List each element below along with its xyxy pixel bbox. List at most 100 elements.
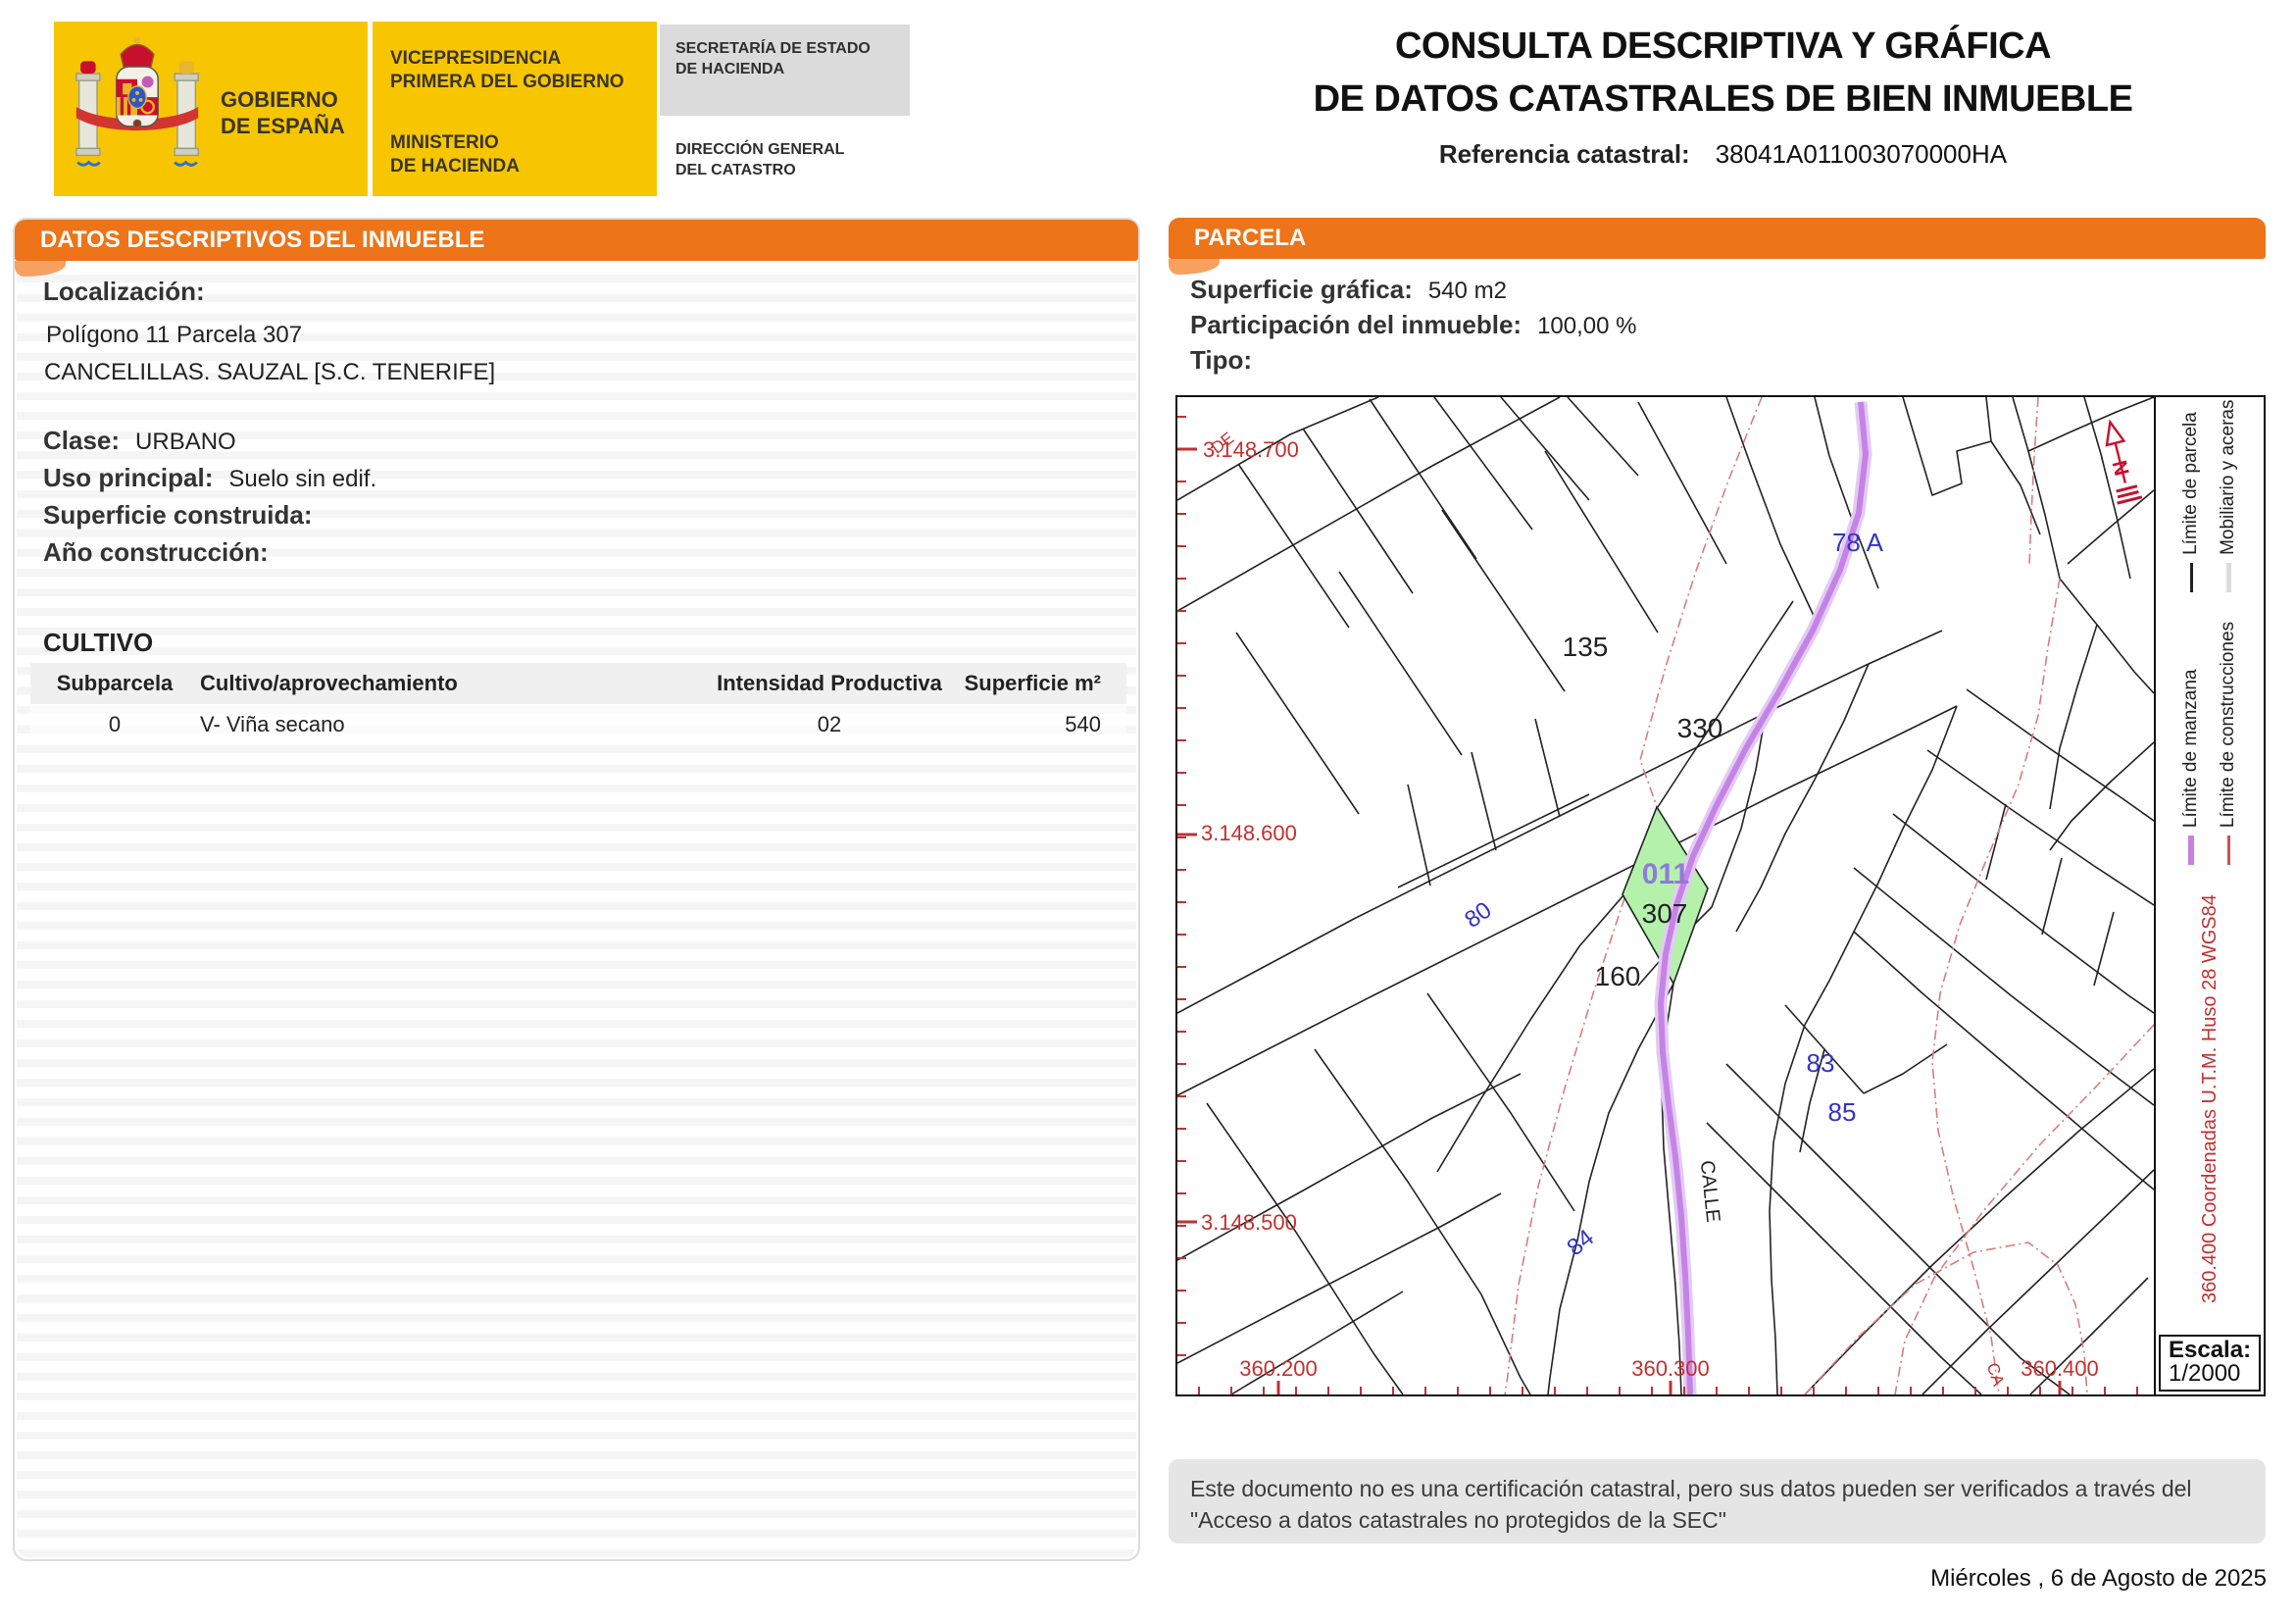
participacion-row: Participación del inmueble: 100,00 % [1190, 310, 1637, 340]
localizacion-label-row: Localización: [43, 277, 205, 307]
legend-column-1: Límite de manzana Límite de construccion… [2180, 621, 2239, 865]
cell-superficie: 540 [948, 704, 1126, 745]
construcciones-swatch-icon [2226, 835, 2230, 865]
map-legend-sidebar: 360.400 Coordenadas U.T.M. Huso 28 WGS84… [2154, 397, 2264, 1394]
participacion-value: 100,00 % [1537, 313, 1637, 339]
referencia-value: 38041A011003070000HA [1715, 139, 2008, 169]
referencia-catastral: Referencia catastral: 38041A011003070000… [1172, 139, 2274, 170]
map-label-manzana-011: 011 [1642, 858, 1689, 890]
uso-principal-label: Uso principal: [43, 463, 214, 492]
anio-construccion-label: Año construcción: [43, 537, 269, 567]
localizacion-line2: CANCELILLAS. SAUZAL [S.C. TENERIFE] [44, 359, 496, 385]
clase-label: Clase: [43, 426, 121, 455]
disclaimer-box: Este documento no es una certificación c… [1169, 1459, 2266, 1544]
cultivo-table-row: 0 V- Viña secano 02 540 [30, 704, 1126, 745]
svg-text:N: N [2108, 458, 2133, 478]
utm-coordinates-note: 360.400 Coordenadas U.T.M. Huso 28 WGS84 [2198, 893, 2221, 1303]
map-label-parcel-135: 135 [1563, 632, 1609, 662]
map-label-parcel-330: 330 [1677, 713, 1723, 743]
superficie-grafica-value: 540 m2 [1427, 278, 1507, 304]
legend-item-mobiliario: Mobiliario y aceras [2218, 399, 2239, 592]
north-arrow-icon: N [2105, 419, 2143, 505]
map-legend-rotated: 360.400 Coordenadas U.T.M. Huso 28 WGS84… [2158, 399, 2262, 1309]
superficie-grafica-row: Superficie gráfica: 540 m2 [1190, 275, 1507, 305]
map-coord-y-3148500: 3.148.500 [1201, 1210, 1297, 1235]
localizacion-line1: Polígono 11 Parcela 307 [46, 322, 303, 348]
legend-column-2: Límite de parcela Mobiliario y aceras [2180, 399, 2239, 592]
map-label-parcel-83: 83 [1807, 1048, 1835, 1078]
vicepresidencia-label: VICEPRESIDENCIA PRIMERA DEL GOBIERNO [390, 48, 624, 92]
mobiliario-swatch-icon [2225, 562, 2231, 592]
clase-row: Clase: URBANO [43, 426, 236, 456]
cultivo-table: Subparcela Cultivo/aprovechamiento Inten… [30, 663, 1126, 745]
map-legend-area: 360.400 Coordenadas U.T.M. Huso 28 WGS84… [2156, 397, 2264, 1332]
escala-label: Escala: [2169, 1337, 2252, 1363]
map-label-calle: CALLE [1696, 1159, 1724, 1223]
parcela-panel: PARCELA Superficie gráfica: 540 m2 Parti… [1169, 218, 2266, 1437]
cultivo-table-header-row: Subparcela Cultivo/aprovechamiento Inten… [30, 663, 1126, 704]
escala-value: 1/2000 [2169, 1360, 2241, 1387]
manzana-swatch-icon [2188, 835, 2194, 865]
cell-subparcela: 0 [30, 704, 199, 745]
ministerio-label: MINISTERIO DE HACIENDA [390, 132, 520, 177]
datos-descriptivos-header: DATOS DESCRIPTIVOS DEL INMUEBLE [15, 220, 1138, 261]
cadastral-map-box: 135 330 160 011 307 78 A 80 83 85 84 CAL… [1175, 395, 2266, 1396]
map-label-parcel-160: 160 [1595, 961, 1641, 991]
legend-item-parcela: Límite de parcela [2180, 399, 2202, 592]
col-superficie: Superficie m² [948, 663, 1126, 704]
map-label-road-78a: 78 A [1832, 528, 1884, 557]
map-coord-x-360200: 360.200 [1239, 1356, 1318, 1381]
superficie-construida-row: Superficie construida: [43, 500, 328, 531]
map-coord-x-360400: 360.400 [2021, 1356, 2099, 1381]
document-date: Miércoles , 6 de Agosto de 2025 [1930, 1565, 2267, 1592]
localizacion-label: Localización: [43, 277, 205, 306]
title-line1: CONSULTA DESCRIPTIVA Y GRÁFICA [1394, 25, 2052, 67]
legend-item-construcciones: Límite de construcciones [2218, 621, 2239, 865]
parcela-swatch-icon [2189, 562, 2193, 592]
cadastral-map-svg: 135 330 160 011 307 78 A 80 83 85 84 CAL… [1176, 396, 2155, 1395]
map-label-road-80: 80 [1460, 897, 1496, 934]
referencia-label: Referencia catastral: [1438, 139, 1690, 169]
cadastral-document-page: GOBIERNO DE ESPAÑA VICEPRESIDENCIA PRIME… [0, 0, 2296, 1621]
superficie-construida-label: Superficie construida: [43, 500, 313, 530]
logo-yellow-left: GOBIERNO DE ESPAÑA [54, 22, 368, 196]
cultivo-title: CULTIVO [43, 628, 154, 657]
map-labels: 135 330 160 011 307 78 A 80 83 85 84 CAL… [1201, 429, 2099, 1389]
col-subparcela: Subparcela [30, 663, 199, 704]
col-intensidad: Intensidad Productiva [711, 663, 948, 704]
map-label-ca: CA [1983, 1360, 2009, 1389]
map-label-parcel-85: 85 [1828, 1097, 1857, 1127]
parcela-header-curl-decoration [1169, 259, 1220, 275]
cadastral-map: 135 330 160 011 307 78 A 80 83 85 84 CAL… [1176, 396, 2155, 1395]
gobierno-logo: GOBIERNO DE ESPAÑA VICEPRESIDENCIA PRIME… [54, 22, 657, 196]
map-coord-y-3148700: 3.148.700 [1203, 437, 1299, 462]
map-label-road-84: 84 [1562, 1225, 1599, 1262]
col-cultivo: Cultivo/aprovechamiento [199, 663, 711, 704]
direccion-general-catastro-label: DIRECCIÓN GENERAL DEL CATASTRO [675, 141, 845, 178]
spain-coat-of-arms-icon [75, 37, 199, 167]
tipo-label: Tipo: [1190, 345, 1253, 375]
cell-cultivo: V- Viña secano [199, 704, 711, 745]
legend-item-manzana: Límite de manzana [2180, 621, 2202, 865]
secretaria-de-estado-box: SECRETARÍA DE ESTADO DE HACIENDA [660, 25, 910, 116]
document-title: CONSULTA DESCRIPTIVA Y GRÁFICA DE DATOS … [1172, 20, 2274, 170]
uso-principal-value: Suelo sin edif. [228, 466, 377, 492]
parcela-header-label: PARCELA [1194, 225, 1307, 251]
anio-construccion-row: Año construcción: [43, 537, 284, 568]
datos-descriptivos-header-label: DATOS DESCRIPTIVOS DEL INMUEBLE [40, 227, 485, 253]
participacion-label: Participación del inmueble: [1190, 310, 1522, 339]
clase-value: URBANO [135, 429, 236, 455]
cell-intensidad: 02 [711, 704, 948, 745]
datos-descriptivos-panel: DATOS DESCRIPTIVOS DEL INMUEBLE Localiza… [13, 218, 1140, 1561]
map-label-parcel-307: 307 [1642, 898, 1688, 929]
map-coord-x-360300: 360.300 [1631, 1356, 1710, 1381]
uso-principal-row: Uso principal: Suelo sin edif. [43, 463, 376, 493]
tipo-row: Tipo: [1190, 345, 1268, 376]
datos-descriptivos-body: Localización: Polígono 11 Parcela 307 CA… [17, 263, 1136, 1557]
superficie-grafica-label: Superficie gráfica: [1190, 275, 1413, 304]
gobierno-de-espana-label: GOBIERNO DE ESPAÑA [221, 87, 345, 138]
map-coord-y-3148600: 3.148.600 [1201, 821, 1297, 845]
logo-yellow-right: VICEPRESIDENCIA PRIMERA DEL GOBIERNO MIN… [373, 22, 657, 196]
title-line2: DE DATOS CATASTRALES DE BIEN INMUEBLE [1313, 78, 2133, 120]
parcela-header: PARCELA [1169, 218, 2266, 259]
